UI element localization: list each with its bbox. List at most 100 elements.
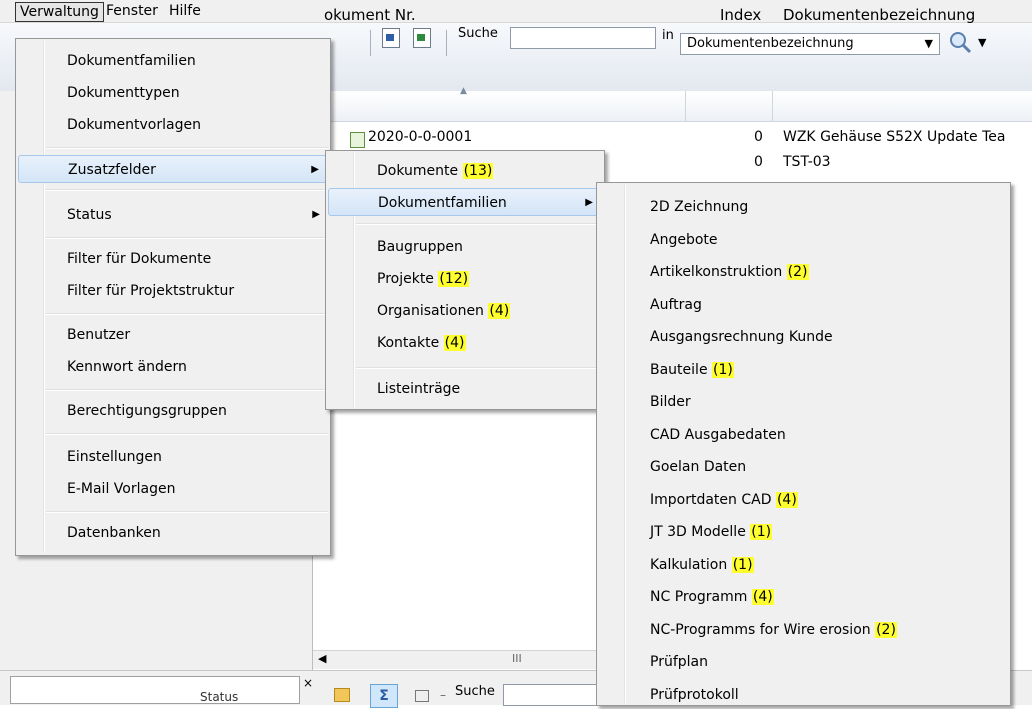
menu-item-label: E-Mail Vorlagen [67,481,176,497]
count-badge: (2) [786,264,809,280]
submenu-item-kontakte[interactable]: Kontakte (4) [328,329,602,357]
menu-item-label: 2D Zeichnung [650,199,749,215]
menu-item-label: Benutzer [67,327,131,343]
submenu-item-family[interactable]: Auftrag [599,291,1008,319]
search-field-select[interactable]: Dokumentenbezeichnung ▼ [680,33,940,55]
word-document-icon[interactable] [382,28,400,48]
column-header-designation[interactable]: Dokumentenbezeichnung [783,6,975,24]
count-badge: (13) [462,163,494,179]
submenu-item-baugruppen[interactable]: Baugruppen [328,233,602,261]
menu-item-label: Angebote [650,231,718,248]
submenu-item-organisationen[interactable]: Organisationen (4) [328,297,602,325]
scroll-thumb-grip[interactable]: III [512,652,522,665]
menu-item-filter-dokumente[interactable]: Filter für Dokumente [18,245,328,273]
submenu-item-family[interactable]: Goelan Daten [599,453,1008,481]
menu-item-label-wrap: Auftrag [650,297,702,313]
submenu-item-family[interactable]: 2D Zeichnung [599,193,1008,221]
grid-icon[interactable] [415,690,429,702]
count-badge: (4) [443,335,466,351]
menu-item-label: Berechtigungsgruppen [67,403,227,419]
menu-item-status[interactable]: Status ▶ [18,201,328,229]
submenu-item-family[interactable]: Angebote [599,226,1008,254]
chevron-down-icon[interactable]: ▼ [978,36,986,49]
scroll-left-icon[interactable]: ◀ [318,652,326,665]
menu-item-einstellungen[interactable]: Einstellungen [18,443,328,471]
search-input[interactable] [510,27,656,49]
menu-separator [46,147,328,149]
menu-item-label-wrap: Ausgangsrechnung Kunde [650,329,833,345]
bottom-status-text: Status [200,690,239,704]
column-header-index[interactable]: Index [720,6,761,24]
column-divider[interactable] [685,91,686,121]
menu-fenster[interactable]: Fenster [102,2,162,20]
menu-separator [46,511,328,513]
chevron-down-icon: ▼ [924,37,933,50]
submenu-item-family[interactable]: Bilder [599,388,1008,416]
table-row[interactable]: 2020-0-0-0001 0 WZK Gehäuse S52X Update … [313,127,1032,151]
sum-button[interactable]: Σ [370,684,398,708]
column-divider[interactable] [772,91,773,121]
menu-separator [46,313,328,315]
submenu-item-family[interactable]: JT 3D Modelle (1) [599,518,1008,546]
menu-item-label: Goelan Daten [650,459,747,475]
submenu-item-family[interactable]: NC Programm (4) [599,583,1008,611]
search-field-value: Dokumentenbezeichnung [687,36,854,51]
menu-item-label-wrap: Angebote [650,232,718,248]
count-badge: (12) [438,271,470,287]
submenu-item-family[interactable]: Prüfplan [599,648,1008,676]
menu-item-email-vorlagen[interactable]: E-Mail Vorlagen [18,475,328,503]
zusatzfelder-submenu: Dokumente (13) Dokumentfamilien ▶ Baugrup… [325,150,605,410]
menu-item-zusatzfelder[interactable]: Zusatzfelder ▶ [18,155,328,183]
close-icon[interactable]: × [303,676,313,690]
submenu-item-family[interactable]: Ausgangsrechnung Kunde [599,323,1008,351]
submenu-item-family[interactable]: Artikelkonstruktion (2) [599,258,1008,286]
menu-item-filter-projektstruktur[interactable]: Filter für Projektstruktur [18,277,328,305]
menu-item-datenbanken[interactable]: Datenbanken [18,519,328,547]
submenu-item-family[interactable]: Bauteile (1) [599,356,1008,384]
menu-item-dokumenttypen[interactable]: Dokumenttypen [18,79,328,107]
tree-structure-icon[interactable] [334,688,350,702]
menu-item-label: Filter für Projektstruktur [67,283,235,299]
submenu-item-projekte[interactable]: Projekte (12) [328,265,602,293]
cell-designation: WZK Gehäuse S52X Update Tea [783,129,1006,145]
menu-item-berechtigungsgruppen[interactable]: Berechtigungsgruppen [18,397,328,425]
menu-verwaltung[interactable]: Verwaltung [15,2,104,22]
submenu-item-listeintraege[interactable]: Listeinträge [328,375,602,403]
horizontal-scrollbar[interactable] [313,650,603,669]
menu-item-label: Prüfplan [650,654,708,670]
minus-icon[interactable]: – [440,688,446,702]
submenu-arrow-icon: ▶ [312,209,320,220]
menu-item-label-wrap: Projekte (12) [377,271,470,287]
menu-item-label: Ausgangsrechnung Kunde [650,329,833,345]
menu-item-label: Baugruppen [377,239,463,255]
menu-item-label-wrap: NC-Programms for Wire erosion (2) [650,621,897,638]
document-file-icon [350,132,365,148]
bottom-left-field[interactable] [10,676,300,704]
column-header-document-nr[interactable]: okument Nr. [324,6,416,24]
search-icon[interactable] [948,30,972,54]
menu-hilfe[interactable]: Hilfe [165,2,205,20]
menu-item-benutzer[interactable]: Benutzer [18,321,328,349]
menu-item-label: Status [67,207,112,223]
submenu-item-family[interactable]: Kalkulation (1) [599,551,1008,579]
menu-item-label: NC-Programms for Wire erosion [650,621,871,638]
submenu-arrow-icon: ▶ [311,164,319,175]
count-badge: (4) [751,589,774,605]
bottom-search-input[interactable] [503,684,598,706]
count-badge: (4) [775,491,798,508]
submenu-item-dokumentfamilien[interactable]: Dokumentfamilien ▶ [328,188,602,216]
menu-item-dokumentfamilien[interactable]: Dokumentfamilien [18,47,328,75]
menu-item-kennwort-aendern[interactable]: Kennwort ändern [18,353,328,381]
menu-item-label-wrap: Kalkulation (1) [650,556,754,573]
menu-item-label-wrap: NC Programm (4) [650,589,774,605]
submenu-item-dokumente[interactable]: Dokumente (13) [328,157,602,185]
submenu-item-family[interactable]: Prüfprotokoll [599,681,1008,709]
menu-item-dokumentvorlagen[interactable]: Dokumentvorlagen [18,111,328,139]
toolbar-separator [446,30,447,56]
submenu-item-family[interactable]: NC-Programms for Wire erosion (2) [599,616,1008,644]
submenu-item-family[interactable]: Importdaten CAD (4) [599,486,1008,514]
submenu-item-family[interactable]: CAD Ausgabedaten [599,421,1008,449]
count-badge: (2) [875,621,897,638]
menu-item-label: Dokumentfamilien [378,195,507,211]
excel-document-icon[interactable] [413,28,431,48]
